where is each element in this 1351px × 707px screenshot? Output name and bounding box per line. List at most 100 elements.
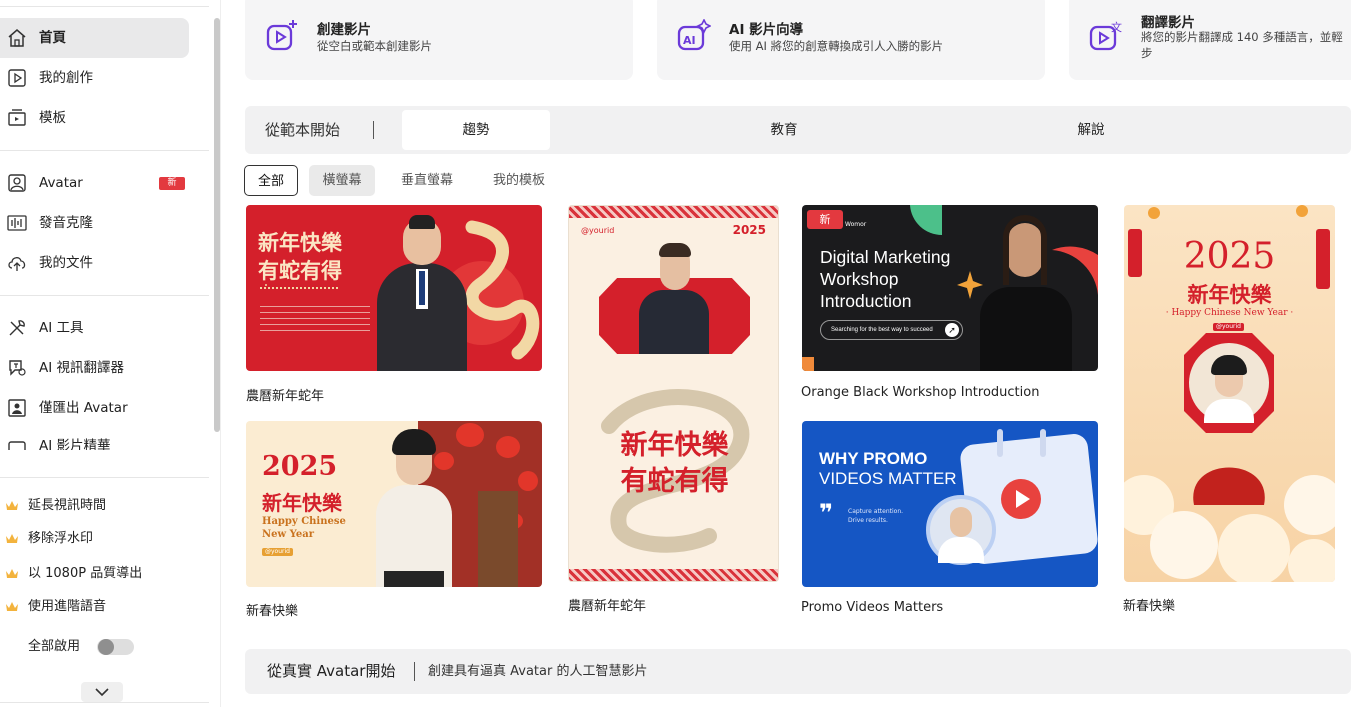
sidebar-item-label: AI 影片精華: [39, 438, 111, 450]
sidebar-item-home[interactable]: 首頁: [0, 18, 189, 58]
sidebar-divider: [0, 702, 209, 703]
subtitle-line1: Happy Chinese: [262, 516, 346, 527]
presenter-avatar: [1204, 399, 1254, 423]
presenter-face: [950, 507, 972, 537]
highlight-icon: [8, 441, 26, 450]
sidebar-item-label: Avatar: [39, 175, 83, 191]
avatar-icon: [8, 174, 26, 192]
voice-clone-icon: [7, 215, 27, 231]
bottom-border-pattern: [569, 569, 778, 581]
sidebar-item-export-avatar[interactable]: 僅匯出 Avatar: [0, 388, 189, 428]
calendar-ring: [1040, 429, 1046, 457]
sidebar-item-templates[interactable]: 模板: [0, 98, 189, 138]
premium-feature[interactable]: 移除浮水印: [0, 524, 200, 554]
template-caption: Orange Black Workshop Introduction: [801, 385, 1040, 400]
template-card-promo-videos[interactable]: WHY PROMO VIDEOS MATTER ❞ Capture attent…: [802, 421, 1098, 587]
search-pill-text: Searching for the best way to succeed: [831, 327, 933, 333]
quote-line2: Drive results.: [848, 517, 888, 524]
sidebar-item-voice-clone[interactable]: 發音克隆: [0, 203, 189, 243]
tab-trending[interactable]: 趨勢: [402, 110, 550, 150]
card-desc-continued: 步: [1141, 46, 1153, 60]
template-caption: Promo Videos Matters: [801, 600, 944, 615]
template-card-digital-marketing-workshop[interactable]: 新 Womor Digital Marketing Workshop Intro…: [802, 205, 1098, 371]
handle-text: @yourid: [581, 226, 615, 235]
card-desc: 將您的影片翻譯成 140 多種語言，並輕: [1141, 30, 1343, 44]
filter-all[interactable]: 全部: [244, 165, 298, 196]
ai-video-icon: AI: [677, 19, 711, 51]
play-triangle: [1016, 490, 1030, 508]
presenter-tie: [419, 271, 425, 305]
section-title: 從真實 Avatar開始: [267, 662, 396, 680]
headline-line2: VIDEOS MATTER: [819, 469, 957, 488]
id-tag: @yourid: [262, 548, 293, 556]
enable-all-row: 全部啟用: [0, 632, 200, 662]
presenter-hair: [1003, 215, 1047, 285]
template-card-snake-year-landscape[interactable]: 新年快樂 有蛇有得: [246, 205, 542, 371]
template-card-spring-festival-portrait[interactable]: 2025 新年快樂 · Happy Chinese New Year · @yo…: [1124, 205, 1335, 582]
ai-video-wizard-card[interactable]: AI AI 影片向導 使用 AI 將您的創意轉換成引人入勝的影片: [657, 0, 1045, 80]
real-avatar-bar[interactable]: 從真實 Avatar開始 創建具有逼真 Avatar 的人工智慧影片: [245, 649, 1351, 694]
template-card-snake-year-portrait[interactable]: @yourid 2025 新年快樂 有蛇有得: [568, 205, 779, 582]
headline-line1: 新年快樂: [258, 231, 342, 255]
premium-feature[interactable]: 使用進階語音: [0, 592, 200, 622]
template-icon: [8, 109, 26, 126]
headline: 新年快樂 有蛇有得: [569, 428, 778, 500]
translate-video-card[interactable]: 文 翻譯影片 將您的影片翻譯成 140 多種語言，並輕 步: [1069, 0, 1351, 80]
filter-my-templates[interactable]: 我的模板: [480, 165, 558, 196]
section-title: 從範本開始: [265, 121, 341, 139]
crown-icon: [6, 501, 18, 510]
sidebar-scrollbar[interactable]: [214, 18, 220, 432]
brand-text: Womor: [845, 221, 867, 228]
divider: [373, 121, 374, 139]
crown-icon: [6, 534, 18, 543]
year-title: 2025: [1183, 236, 1276, 277]
headline: 新年快樂: [1187, 283, 1272, 307]
sidebar-divider: [0, 6, 209, 7]
sidebar-item-label: 我的創作: [39, 70, 93, 86]
collapse-button[interactable]: [81, 682, 123, 702]
create-video-card[interactable]: 創建影片 從空白或範本創建影片: [245, 0, 633, 80]
headline-line2: Workshop: [820, 269, 899, 289]
filter-portrait[interactable]: 垂直螢幕: [390, 165, 464, 196]
enable-all-label: 全部啟用: [28, 639, 81, 654]
section-desc: 創建具有逼真 Avatar 的人工智慧影片: [428, 664, 648, 679]
top-border-pattern: [569, 206, 778, 218]
new-badge: 新: [807, 210, 843, 229]
sidebar-item-my-files[interactable]: 我的文件: [0, 243, 189, 283]
template-caption: 新春快樂: [246, 604, 299, 619]
tab-education[interactable]: 教育: [710, 110, 858, 150]
headline-line2: 有蛇有得: [258, 259, 342, 283]
premium-feature-label: 以 1080P 品質導出: [28, 566, 143, 581]
sidebar-item-my-creations[interactable]: 我的創作: [0, 58, 189, 98]
headline: 新年快樂 有蛇有得: [258, 229, 342, 285]
template-caption: 農曆新年蛇年: [246, 389, 325, 404]
year-text: 2025: [732, 223, 766, 237]
sidebar-item-ai-translator[interactable]: AI 視訊翻譯器: [0, 348, 189, 388]
headline-line1: 新年快樂: [620, 430, 729, 461]
sidebar-item-label: AI 視訊翻譯器: [39, 360, 125, 376]
sidebar-item-label: AI 工具: [39, 320, 84, 336]
sidebar-divider: [0, 150, 209, 151]
sidebar-item-ai-highlights[interactable]: AI 影片精華: [0, 428, 189, 450]
subtitle: · Happy Chinese New Year ·: [1165, 308, 1294, 318]
svg-text:AI: AI: [683, 34, 696, 47]
template-caption: 新春快樂: [1123, 599, 1176, 614]
sidebar-item-avatar[interactable]: Avatar 新: [0, 163, 189, 203]
premium-feature[interactable]: 以 1080P 品質導出: [0, 559, 200, 589]
filter-landscape[interactable]: 橫螢幕: [309, 165, 375, 196]
premium-feature-label: 使用進階語音: [28, 599, 107, 614]
enable-all-toggle[interactable]: [97, 639, 134, 655]
new-badge: 新: [159, 177, 185, 190]
tab-explainer[interactable]: 解說: [1017, 110, 1165, 150]
template-card-spring-festival-landscape[interactable]: 2025 新年快樂 Happy Chinese New Year @yourid: [246, 421, 542, 587]
home-icon: [8, 29, 26, 47]
premium-feature[interactable]: 延長視訊時間: [0, 491, 200, 521]
sidebar-item-ai-tools[interactable]: AI 工具: [0, 308, 189, 348]
card-title: 翻譯影片: [1141, 15, 1195, 31]
toggle-knob: [98, 639, 114, 655]
presenter-skirt: [384, 571, 444, 587]
sidebar-item-label: 發音克隆: [39, 215, 93, 231]
year-title: 2025: [262, 451, 338, 482]
card-title: AI 影片向導: [729, 22, 804, 38]
sidebar-divider: [0, 295, 209, 296]
